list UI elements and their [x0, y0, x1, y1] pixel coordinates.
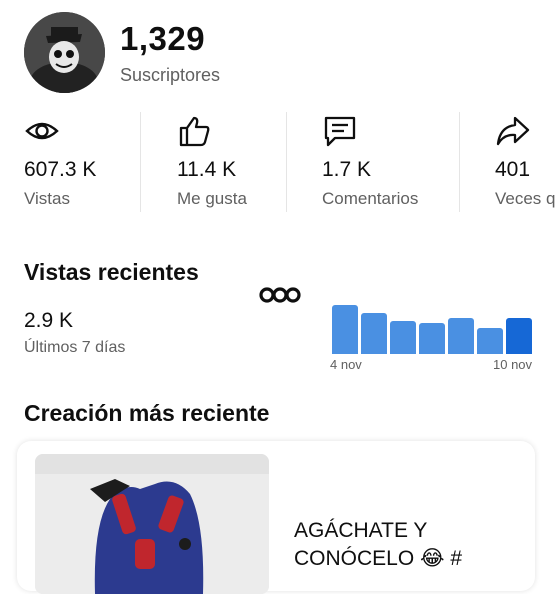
- views-bar-day-5: [448, 318, 474, 354]
- latest-video-card[interactable]: AGÁCHATE Y CONÓCELO 😂 #: [17, 441, 535, 594]
- views-bar-day-7: [506, 318, 532, 354]
- bar-end-date: 10 nov: [493, 357, 533, 372]
- channel-avatar[interactable]: [24, 12, 105, 93]
- views-bar-day-1: [332, 305, 358, 354]
- video-title-line-2: CONÓCELO 😂 #: [294, 547, 463, 570]
- likes-value: 11.4 K: [177, 158, 237, 181]
- subscriber-count: 1,329: [120, 20, 206, 57]
- divider: [286, 112, 287, 212]
- views-bar-day-2: [361, 313, 387, 354]
- recent-views-period: Últimos 7 días: [24, 339, 126, 356]
- shares-value: 401: [495, 158, 531, 181]
- comments-value: 1.7 K: [322, 158, 372, 181]
- realtime-icon: [259, 286, 301, 304]
- divider: [140, 112, 141, 212]
- share-icon: [495, 113, 531, 149]
- views-value: 607.3 K: [24, 158, 97, 181]
- latest-content-heading: Creación más reciente: [24, 400, 270, 426]
- thumbs-up-icon: [177, 113, 213, 149]
- comments-label: Comentarios: [322, 189, 419, 208]
- views-label: Vistas: [24, 189, 70, 208]
- divider: [459, 112, 460, 212]
- video-title-line-1: AGÁCHATE Y: [294, 519, 428, 542]
- video-title[interactable]: AGÁCHATE Y CONÓCELO 😂 #: [294, 517, 509, 573]
- views-bar-day-4: [419, 323, 445, 354]
- stats-row: 607.3 K Vistas 11.4 K Me gusta 1.7 K Com…: [0, 108, 560, 214]
- comment-icon: [322, 113, 358, 149]
- subscriber-label: Suscriptores: [120, 65, 221, 85]
- recent-views-heading: Vistas recientes: [24, 259, 199, 285]
- bar-start-date: 4 nov: [330, 357, 362, 372]
- recent-views-bar-chart[interactable]: [330, 300, 540, 354]
- eye-icon: [24, 113, 60, 149]
- views-bar-day-3: [390, 321, 416, 354]
- recent-views-value: 2.9 K: [24, 309, 74, 332]
- shares-label: Veces q: [495, 189, 556, 208]
- video-thumbnail[interactable]: [35, 454, 269, 594]
- views-bar-day-6: [477, 328, 503, 354]
- likes-label: Me gusta: [177, 189, 247, 208]
